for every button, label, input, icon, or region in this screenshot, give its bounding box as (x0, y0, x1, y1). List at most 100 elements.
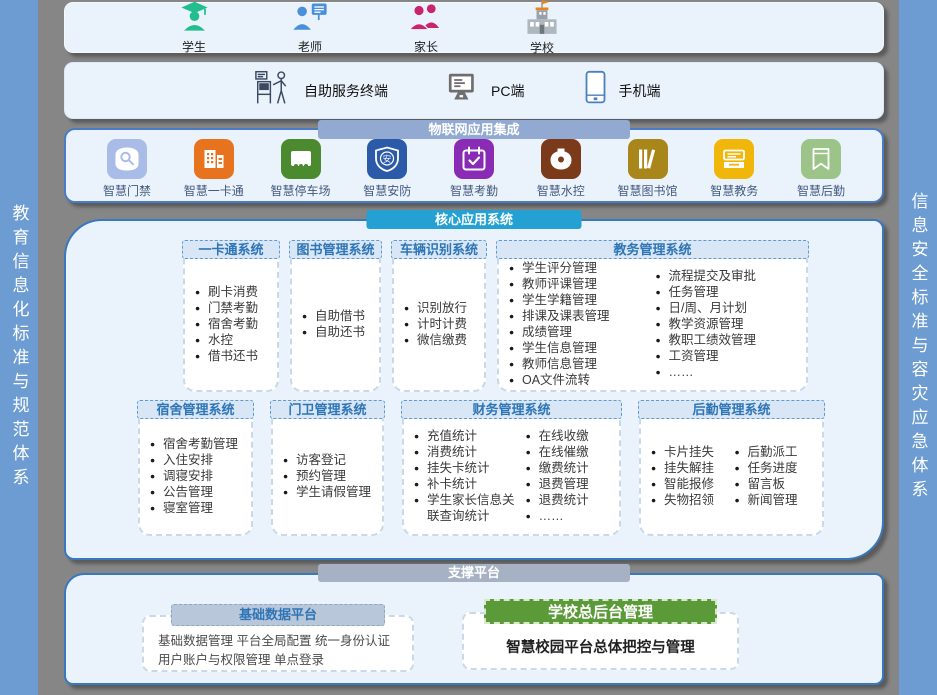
security-shield-icon: 安 (367, 139, 407, 179)
base-platform-line-2: 用户账户与权限管理 单点登录 (158, 651, 404, 670)
system-card-body: 访客登记预约管理学生请假管理 (271, 409, 384, 536)
feature-item: 退费统计 (526, 492, 615, 508)
feature-list: 卡片挂失挂失解挂智能报修失物招领 (651, 444, 735, 508)
iot-item: 智慧门禁 (90, 139, 164, 199)
system-card-body: 学生评分管理教师评课管理学生学籍管理排课及课表管理成绩管理学生信息管理教师信息管… (497, 249, 808, 392)
iot-item: 智慧考勤 (437, 139, 511, 199)
feature-item: 公告管理 (150, 484, 247, 500)
user-label: 老师 (298, 38, 322, 55)
system-card-title: 车辆识别系统 (391, 240, 487, 259)
feature-item: 宿舍考勤 (195, 316, 273, 332)
feature-item: 任务进度 (735, 460, 819, 476)
iot-item: 智慧水控 (524, 139, 598, 199)
feature-list: 在线收缴在线催缴缴费统计退费管理退费统计…… (526, 428, 615, 524)
teacher-icon (290, 0, 330, 40)
system-card-body: 识别放行计时计费微信缴费 (392, 249, 486, 392)
right-sidebar: 信息安全标准与容灾应急体系 (899, 0, 937, 695)
terminal-item: 自助服务终端 (253, 69, 388, 112)
system-card: 车辆识别系统识别放行计时计费微信缴费 (392, 249, 486, 392)
feature-item: 教职工绩效管理 (656, 332, 803, 348)
feature-list: 自助借书自助还书 (302, 308, 375, 340)
iot-item: 智慧教务 (697, 139, 771, 199)
feature-list: 宿舍考勤管理入住安排调寝安排公告管理寝室管理 (150, 436, 247, 516)
feature-item: 补卡统计 (414, 476, 526, 492)
core-row-1: 一卡通系统刷卡消费门禁考勤宿舍考勤水控借书还书图书管理系统自助借书自助还书车辆识… (183, 249, 808, 392)
feature-item: 学生信息管理 (509, 340, 656, 356)
base-data-platform-card: 基础数据平台 基础数据管理 平台全局配置 统一身份认证 用户账户与权限管理 单点… (142, 615, 414, 672)
feature-item: 借书还书 (195, 348, 273, 364)
terminals-panel: 自助服务终端 PC端 手机端 (64, 62, 884, 119)
parents-icon (406, 0, 446, 40)
base-platform-line-1: 基础数据管理 平台全局配置 统一身份认证 (158, 632, 404, 651)
system-card-body: 自助借书自助还书 (290, 249, 381, 392)
feature-item: 后勤派工 (735, 444, 819, 460)
iot-label: 智慧教务 (710, 182, 758, 199)
feature-item: 留言板 (735, 476, 819, 492)
iot-item: 智慧一卡通 (177, 139, 251, 199)
feature-item: 自助借书 (302, 308, 375, 324)
iot-label: 智慧水控 (537, 182, 585, 199)
support-panel: 基础数据平台 基础数据管理 平台全局配置 统一身份认证 用户账户与权限管理 单点… (64, 573, 884, 685)
school-admin-card: 学校总后台管理 智慧校园平台总体把控与管理 (462, 599, 739, 670)
terminal-label: PC端 (491, 81, 524, 101)
feature-item: 门禁考勤 (195, 300, 273, 316)
feature-item: 微信缴费 (404, 332, 480, 348)
feature-item: 识别放行 (404, 300, 480, 316)
system-card-title: 后勤管理系统 (638, 400, 825, 419)
base-data-platform-title: 基础数据平台 (171, 604, 385, 626)
support-section-header: 支撑平台 (318, 564, 630, 582)
iot-row: 智慧门禁智慧一卡通智慧停车场安智慧安防智慧考勤智慧水控智慧图书馆智慧教务智慧后勤 (66, 130, 882, 199)
feature-item: 工资管理 (656, 348, 803, 364)
parking-icon (281, 139, 321, 179)
iot-item: 安智慧安防 (350, 139, 424, 199)
system-card: 一卡通系统刷卡消费门禁考勤宿舍考勤水控借书还书 (183, 249, 279, 392)
library-icon (628, 139, 668, 179)
user-label: 家长 (414, 38, 438, 55)
system-card-title: 财务管理系统 (401, 400, 622, 419)
feature-item: 自助还书 (302, 324, 375, 340)
feature-item: 水控 (195, 332, 273, 348)
core-section-header: 核心应用系统 (367, 210, 582, 229)
iot-label: 智慧图书馆 (617, 182, 677, 199)
feature-item: 宿舍考勤管理 (150, 436, 247, 452)
svg-text:安: 安 (383, 154, 392, 164)
feature-item: 缴费统计 (526, 460, 615, 476)
system-card: 门卫管理系统访客登记预约管理学生请假管理 (271, 409, 384, 536)
academic-icon (714, 139, 754, 179)
feature-item: 新闻管理 (735, 492, 819, 508)
feature-item: 预约管理 (283, 468, 378, 484)
feature-item: 成绩管理 (509, 324, 656, 340)
student-icon (176, 0, 213, 40)
iot-item: 智慧后勤 (784, 139, 858, 199)
pc-icon (446, 72, 482, 109)
feature-item: 调寝安排 (150, 468, 247, 484)
users-row: 学生老师家长学校 (65, 3, 883, 52)
system-card-body: 充值统计消费统计挂失卡统计补卡统计学生家长信息关联查询统计在线收缴在线催缴缴费统… (402, 409, 621, 536)
system-card-title: 宿舍管理系统 (137, 400, 254, 419)
feature-item: OA文件流转 (509, 372, 656, 388)
terminal-item: 手机端 (582, 70, 660, 111)
system-card-body: 刷卡消费门禁考勤宿舍考勤水控借书还书 (183, 249, 279, 392)
iot-label: 智慧一卡通 (184, 182, 244, 199)
feature-item: 流程提交及审批 (656, 268, 803, 284)
feature-item: 排课及课表管理 (509, 308, 656, 324)
feature-item: 学生家长信息关联查询统计 (414, 492, 526, 524)
feature-item: 学生请假管理 (283, 484, 378, 500)
feature-item: 消费统计 (414, 444, 526, 460)
system-card: 宿舍管理系统宿舍考勤管理入住安排调寝安排公告管理寝室管理 (138, 409, 253, 536)
feature-item: 失物招领 (651, 492, 735, 508)
feature-item: 入住安排 (150, 452, 247, 468)
feature-item: 日/周、月计划 (656, 300, 803, 316)
user-item: 学校 (509, 0, 575, 56)
system-card-body: 卡片挂失挂失解挂智能报修失物招领后勤派工任务进度留言板新闻管理 (639, 409, 824, 536)
terminals-row: 自助服务终端 PC端 手机端 (65, 63, 883, 118)
user-item: 老师 (277, 0, 343, 55)
iot-section-header: 物联网应用集成 (318, 120, 630, 139)
system-card-title: 一卡通系统 (182, 240, 280, 259)
feature-item: 挂失解挂 (651, 460, 735, 476)
user-label: 学校 (530, 39, 554, 56)
system-card-title: 图书管理系统 (289, 240, 382, 259)
feature-item: 在线收缴 (526, 428, 615, 444)
core-panel: 一卡通系统刷卡消费门禁考勤宿舍考勤水控借书还书图书管理系统自助借书自助还书车辆识… (64, 219, 884, 560)
feature-item: 教师信息管理 (509, 356, 656, 372)
